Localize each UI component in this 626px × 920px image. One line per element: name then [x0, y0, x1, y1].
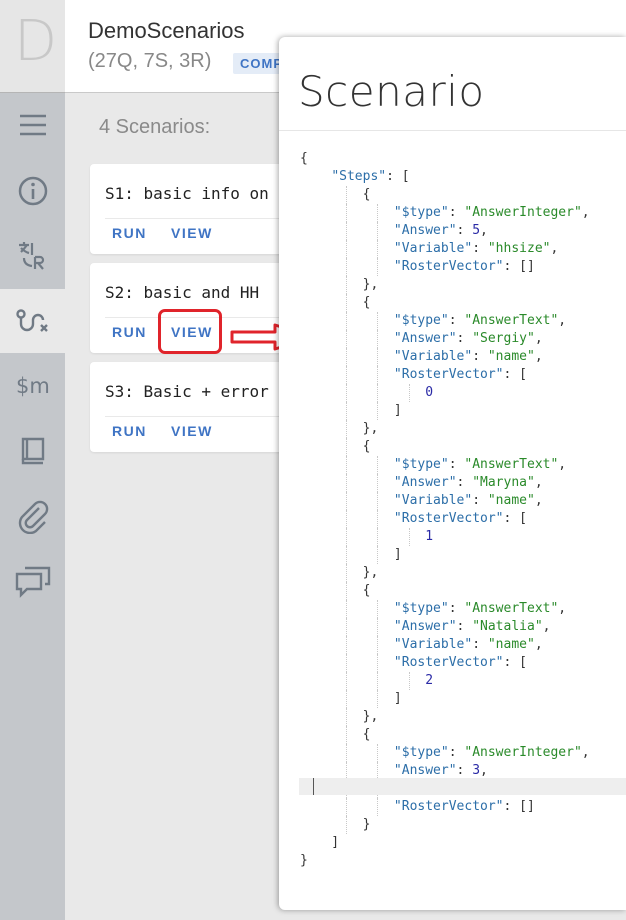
code-text: } — [300, 853, 308, 868]
code-text: "Answer": "Sergiy", — [393, 331, 543, 346]
code-text: 1 — [425, 529, 434, 544]
code-text: "$type": "AnswerInteger", — [393, 205, 590, 220]
code-text: { — [300, 439, 371, 454]
view-button[interactable]: VIEW — [171, 225, 213, 241]
code-text: "RosterVector": [ — [393, 367, 527, 382]
code-text: 2 — [425, 673, 434, 688]
translation-icon[interactable] — [0, 223, 65, 287]
code-text: "Variable": "name", — [393, 493, 543, 508]
code-text: }, — [300, 277, 379, 292]
scenario-modal: Scenario { "Steps": [ { "$type": "Answer… — [279, 37, 626, 910]
modal-divider — [279, 130, 626, 131]
code-text: { — [300, 583, 371, 598]
code-text: "$type": "AnswerText", — [393, 457, 567, 472]
scenarios-icon[interactable] — [0, 289, 65, 353]
code-text: "RosterVector": [ — [393, 511, 527, 526]
code-text: "$type": "AnswerText", — [393, 313, 567, 328]
code-text: { — [300, 151, 308, 166]
book-icon[interactable] — [0, 419, 65, 483]
code-text: "$type": "AnswerText", — [393, 601, 567, 616]
macros-icon[interactable]: $m — [0, 353, 65, 417]
code-text: "RosterVector": [ — [393, 655, 527, 670]
questionnaire-title: DemoScenarios — [88, 18, 245, 43]
modal-title: Scenario — [298, 67, 485, 116]
menu-icon[interactable] — [0, 93, 65, 157]
code-text: ] — [300, 403, 402, 418]
view-button[interactable]: VIEW — [171, 423, 213, 439]
attachment-icon[interactable] — [0, 485, 65, 549]
code-text: { — [300, 187, 371, 202]
code-text: "Variable": "name", — [393, 349, 543, 364]
code-text: 0 — [425, 385, 434, 400]
questionnaire-stats: (27Q, 7S, 3R) — [88, 50, 212, 72]
scenario-title: S1: basic info on — [105, 184, 269, 203]
comments-icon[interactable] — [0, 549, 65, 613]
svg-text:$m: $m — [16, 374, 50, 398]
code-text: { — [300, 727, 371, 742]
code-text: }, — [300, 709, 379, 724]
code-text: "Answer": 5, — [393, 223, 488, 238]
code-text: } — [300, 817, 371, 832]
left-sidebar: D $m — [0, 0, 65, 920]
app-logo[interactable]: D — [0, 0, 65, 93]
run-button[interactable]: RUN — [112, 225, 147, 241]
code-text: "RosterVector": [] — [393, 799, 535, 814]
code-text: "Steps": [ — [331, 169, 410, 184]
scenario-json-viewer[interactable]: { "Steps": [ { "$type": "AnswerInteger",… — [279, 150, 626, 870]
code-text: "Variable": "hhsize", — [393, 241, 559, 256]
info-icon[interactable] — [0, 159, 65, 223]
code-text: "RosterVector": [] — [393, 259, 535, 274]
run-button[interactable]: RUN — [112, 324, 147, 340]
active-line-highlight — [299, 778, 626, 795]
code-text: ] — [300, 691, 402, 706]
code-text: ] — [300, 835, 340, 850]
code-text: "$type": "AnswerInteger", — [393, 745, 590, 760]
text-cursor — [313, 778, 314, 795]
run-button[interactable]: RUN — [112, 423, 147, 439]
scenarios-count: 4 Scenarios: — [99, 116, 211, 138]
code-text: "Answer": "Maryna", — [393, 475, 543, 490]
scenario-title: S3: Basic + error — [105, 382, 269, 401]
code-text: "Answer": "Natalia", — [393, 619, 551, 634]
code-text: { — [300, 295, 371, 310]
code-text: "Variable": "name", — [393, 637, 543, 652]
code-text: ] — [300, 547, 402, 562]
code-text: }, — [300, 565, 379, 580]
highlight-box — [158, 309, 222, 354]
scenario-title: S2: basic and HH — [105, 283, 260, 302]
code-text: }, — [300, 421, 379, 436]
